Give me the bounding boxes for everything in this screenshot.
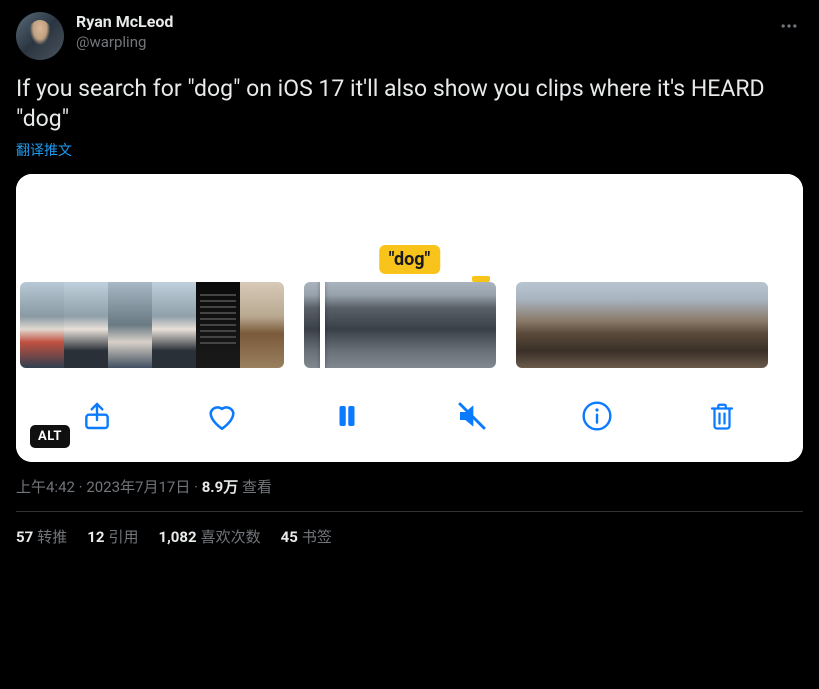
tweet-stats: 57转推 12引用 1,082喜欢次数 45书签	[16, 526, 803, 547]
clip-thumbnail	[684, 282, 726, 368]
stat-likes[interactable]: 1,082喜欢次数	[158, 526, 260, 547]
clip-thumbnail	[108, 282, 152, 368]
media-card[interactable]: "dog"	[16, 174, 803, 462]
clip-group-active[interactable]	[304, 282, 496, 368]
tweet-container: Ryan McLeod @warpling If you search for …	[0, 0, 819, 559]
clip-group[interactable]	[516, 282, 768, 368]
tweet-text: If you search for "dog" on iOS 17 it'll …	[16, 74, 803, 134]
stat-retweets[interactable]: 57转推	[16, 526, 67, 547]
mute-icon[interactable]	[452, 396, 492, 436]
clip-thumbnail	[642, 282, 684, 368]
views-count: 8.9万	[202, 478, 239, 496]
avatar[interactable]	[16, 12, 64, 60]
author-names[interactable]: Ryan McLeod @warpling	[76, 12, 763, 52]
trash-icon[interactable]	[702, 396, 742, 436]
stat-bookmarks[interactable]: 45书签	[281, 526, 332, 547]
video-timeline[interactable]	[16, 282, 803, 374]
media-toolbar	[16, 374, 803, 462]
info-icon[interactable]	[577, 396, 617, 436]
alt-badge[interactable]: ALT	[30, 425, 70, 448]
clip-thumbnail	[304, 282, 352, 368]
clip-thumbnail	[152, 282, 196, 368]
clip-thumbnail	[600, 282, 642, 368]
clip-thumbnail	[352, 282, 400, 368]
share-icon[interactable]	[77, 396, 117, 436]
clip-thumbnail	[400, 282, 448, 368]
tweet-meta: 上午4:42 · 2023年7月17日 · 8.9万 查看	[16, 476, 803, 497]
clip-thumbnail	[448, 282, 496, 368]
handle: @warpling	[76, 32, 763, 52]
stat-quotes[interactable]: 12引用	[87, 526, 138, 547]
more-icon[interactable]	[775, 12, 803, 40]
tweet-time[interactable]: 上午4:42	[16, 478, 75, 496]
display-name: Ryan McLeod	[76, 12, 763, 32]
media-top-area: "dog"	[16, 174, 803, 282]
clip-group[interactable]	[20, 282, 284, 368]
clip-thumbnail	[20, 282, 64, 368]
heart-icon[interactable]	[202, 396, 242, 436]
divider	[16, 511, 803, 512]
views-label: 查看	[242, 478, 272, 496]
tweet-date[interactable]: 2023年7月17日	[86, 478, 190, 496]
search-term-badge: "dog"	[379, 245, 441, 274]
pause-icon[interactable]	[327, 396, 367, 436]
clip-thumbnail	[726, 282, 768, 368]
clip-thumbnail	[196, 282, 240, 368]
clip-thumbnail	[558, 282, 600, 368]
clip-thumbnail	[516, 282, 558, 368]
clip-thumbnail	[64, 282, 108, 368]
clip-thumbnail	[240, 282, 284, 368]
tweet-header: Ryan McLeod @warpling	[16, 12, 803, 60]
translate-link[interactable]: 翻译推文	[16, 140, 72, 160]
